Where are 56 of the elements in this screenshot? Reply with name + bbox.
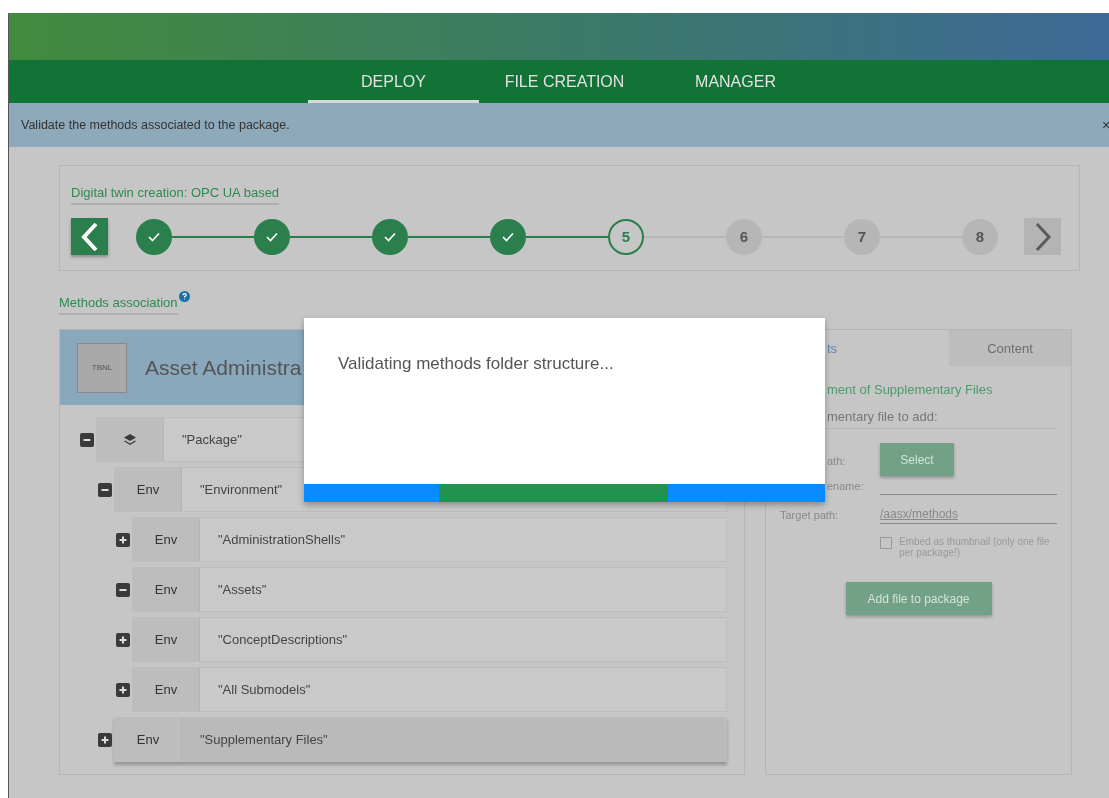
tree-node[interactable]: Env "AdministrationShells" [132,517,727,562]
field-label: Target path: [780,509,840,523]
step-indicator[interactable]: 5 [608,218,644,255]
step-indicator[interactable]: 7 [844,218,880,255]
check-icon [384,231,396,242]
step-indicator[interactable]: 6 [726,218,762,255]
tree-node[interactable]: Env "All Submodels" [132,667,727,712]
layers-icon [123,432,137,447]
check-icon [148,231,160,242]
collapse-icon[interactable] [116,582,130,597]
field-label: ath: [826,455,847,469]
nav-tab[interactable]: FILE CREATION [479,60,650,103]
field-label: ename: [826,480,865,494]
step-indicator[interactable] [372,218,408,255]
checkbox[interactable] [880,537,892,549]
node-type: Env [154,582,178,597]
check-icon [266,231,278,242]
node-label: "AdministrationShells" [218,532,345,547]
node-type: Env [136,732,160,747]
expand-icon[interactable] [116,632,130,647]
node-type: Env [154,682,178,697]
node-label: "ConceptDescriptions" [218,632,348,647]
asset-title: Asset Administra [145,355,302,380]
node-label: "All Submodels" [218,682,311,697]
tree-node[interactable]: Env "Supplementary Files" [114,717,727,762]
thumbnail: TBNL [77,342,127,393]
tree-node[interactable]: Env "ConceptDescriptions" [132,617,727,662]
expand-icon[interactable] [98,732,112,747]
step-indicator[interactable] [136,218,172,255]
step-indicator[interactable] [254,218,290,255]
help-icon[interactable] [178,291,190,302]
collapse-icon[interactable] [80,432,94,447]
check-icon [502,231,514,242]
nav-tab[interactable]: MANAGER [650,60,821,103]
stepper-title: Digital twin creation: OPC UA based [71,185,280,205]
node-type: Env [136,482,160,497]
panel-tab[interactable]: Content [949,330,1071,366]
dialog-message: Validating methods folder structure... [337,353,615,374]
step-indicator[interactable]: 8 [962,218,998,255]
panel-heading: ment of Supplementary Files [826,382,994,397]
step-indicator[interactable] [490,218,526,255]
node-label: "Environment" [200,482,283,497]
info-message: Validate the methods associated to the package. [21,118,290,132]
node-type: Env [154,532,178,547]
tree-node[interactable]: Env "Assets" [132,567,727,612]
expand-icon[interactable] [116,532,130,547]
section-title: Methods association [59,295,178,315]
next-button[interactable] [1024,218,1061,255]
collapse-icon[interactable] [98,482,112,497]
node-label: "Assets" [218,582,267,597]
node-label: "Package" [182,432,242,447]
expand-icon[interactable] [116,682,130,697]
node-label: "Supplementary Files" [200,732,328,747]
close-button[interactable]: × [1102,117,1109,133]
node-type: Env [154,632,178,647]
previous-button[interactable] [71,218,108,255]
